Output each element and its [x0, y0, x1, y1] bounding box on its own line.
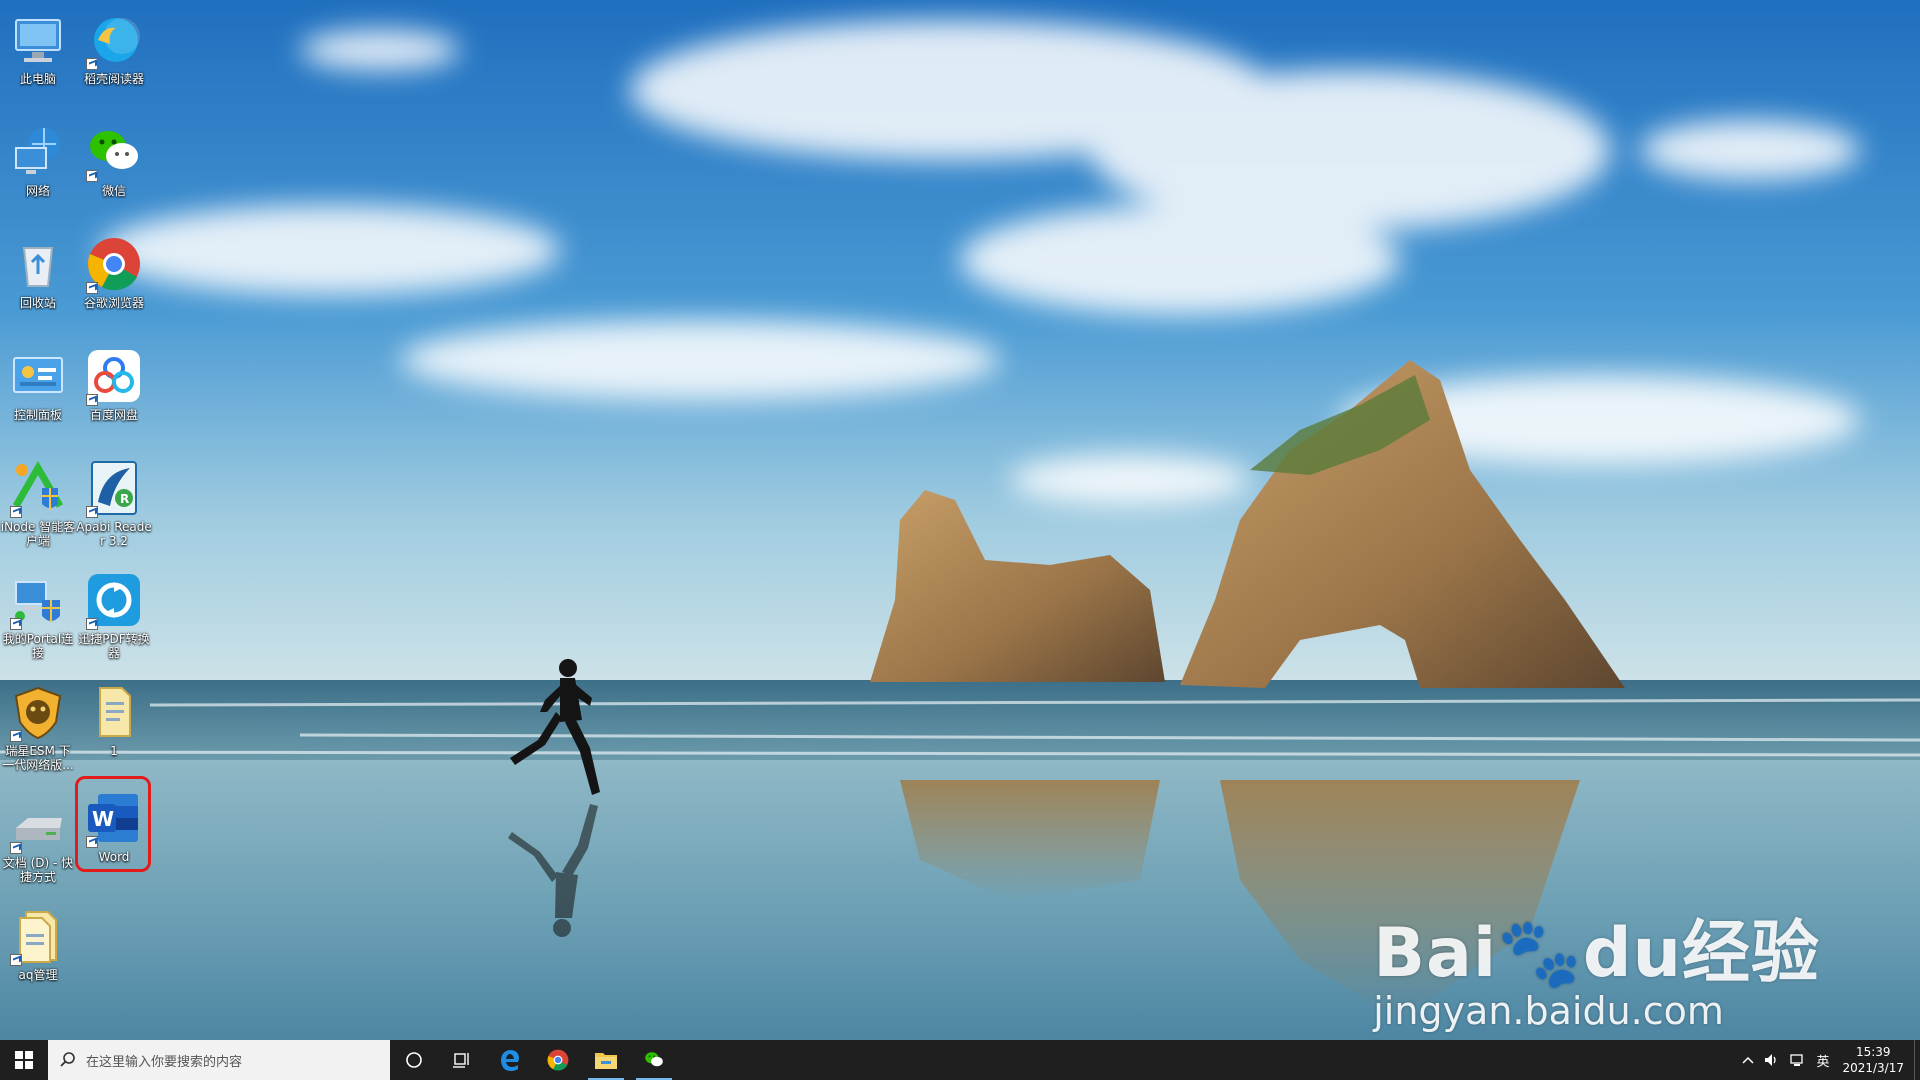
desktop-icon-label: 1: [110, 744, 118, 758]
folder-doc-icon: [8, 906, 68, 966]
desktop-icon-rising-esm[interactable]: 瑞星ESM 下一代网络版...: [0, 676, 76, 772]
shortcut-arrow-icon: [86, 618, 98, 630]
wechat-icon: [645, 1052, 663, 1067]
task-view-button[interactable]: [438, 1040, 486, 1080]
desktop-icon-label: aq管理: [18, 968, 58, 982]
search-placeholder: 在这里输入你要搜索的内容: [86, 1054, 243, 1070]
desktop-icon-document-1[interactable]: 1: [76, 676, 152, 758]
computer-icon: [8, 10, 68, 70]
shortcut-arrow-icon: [10, 842, 22, 854]
recycle-bin-icon: [8, 234, 68, 294]
desktop-icon-pdf-converter[interactable]: 迅捷PDF转换器: [76, 564, 152, 660]
desktop-icon-label: 稻壳阅读器: [83, 72, 144, 86]
desktop-icon-apabi-reader[interactable]: R Apabi Reader 3.2: [76, 452, 152, 548]
desktop-icon-label: 迅捷PDF转换器: [78, 632, 150, 660]
desktop-icon-portal[interactable]: 我的Portal连接: [0, 564, 76, 660]
task-view-icon: [453, 1053, 469, 1068]
desktop-icon-inode[interactable]: iNode 智能客户端: [0, 452, 76, 548]
desktop-icon-label: iNode 智能客户端: [0, 520, 76, 548]
shortcut-arrow-icon: [10, 618, 22, 630]
desktop-icon-label: 微信: [101, 184, 126, 198]
rising-esm-icon: [8, 682, 68, 742]
taskbar-app-wechat[interactable]: [630, 1040, 678, 1080]
search-icon: [60, 1052, 75, 1067]
word-icon-highlight-box: [75, 776, 151, 872]
desktop-icon-label: 百度网盘: [89, 408, 138, 422]
tray-network[interactable]: [1785, 1040, 1811, 1080]
shortcut-arrow-icon: [86, 394, 98, 406]
show-desktop-button[interactable]: [1914, 1040, 1920, 1080]
system-tray: 英 15:39 2021/3/17: [1737, 1040, 1920, 1080]
shortcut-arrow-icon: [86, 170, 98, 182]
svg-text:R: R: [120, 492, 129, 506]
desktop-icon-recycle-bin[interactable]: 回收站: [0, 228, 76, 310]
chrome-icon: [84, 234, 144, 294]
desktop-icon-drive-shortcut[interactable]: 文档 (D) - 快捷方式: [0, 788, 76, 884]
pdf-converter-icon: [84, 570, 144, 630]
taskbar-app-edge[interactable]: [486, 1040, 534, 1080]
control-panel-icon: [8, 346, 68, 406]
desktop-icon-wechat[interactable]: 微信: [76, 116, 152, 198]
desktop-icon-label: 回收站: [19, 296, 56, 310]
wechat-icon: [84, 122, 144, 182]
shortcut-arrow-icon: [86, 506, 98, 518]
desktop-icon-chrome[interactable]: 谷歌浏览器: [76, 228, 152, 310]
taskbar-app-file-explorer[interactable]: [582, 1040, 630, 1080]
watermark-brand: Bai🐾du经验: [1373, 914, 1820, 993]
clock-date: 2021/3/17: [1842, 1061, 1904, 1075]
speaker-icon: [1765, 1054, 1777, 1066]
shortcut-arrow-icon: [10, 506, 22, 518]
chevron-up-icon: [1742, 1056, 1754, 1064]
start-button[interactable]: [0, 1040, 48, 1080]
desktop-icon-label: 此电脑: [19, 72, 56, 86]
baidu-jingyan-watermark: Bai🐾du经验 jingyan.baidu.com: [1373, 914, 1820, 1033]
cortana-button[interactable]: [390, 1040, 438, 1080]
taskbar-clock[interactable]: 15:39 2021/3/17: [1834, 1044, 1914, 1076]
clock-time: 15:39: [1855, 1045, 1891, 1059]
reader-icon: [84, 10, 144, 70]
desktop-icon-network[interactable]: 网络: [0, 116, 76, 198]
desktop-icon-label: Apabi Reader 3.2: [76, 520, 152, 548]
folder-icon: [595, 1053, 617, 1069]
cortana-circle-icon: [406, 1052, 422, 1068]
tray-overflow-chevron[interactable]: [1737, 1040, 1759, 1080]
document-icon: [84, 682, 144, 742]
windows-logo-icon: [15, 1051, 33, 1069]
desktop-icon-label: 文档 (D) - 快捷方式: [2, 856, 74, 884]
edge-icon: [501, 1050, 519, 1071]
chrome-icon: [547, 1049, 569, 1071]
shortcut-arrow-icon: [10, 954, 22, 966]
desktop-icon-label: 控制面板: [13, 408, 62, 422]
taskbar-app-chrome[interactable]: [534, 1040, 582, 1080]
tray-volume[interactable]: [1759, 1040, 1785, 1080]
network-icon: [8, 122, 68, 182]
baidu-netdisk-icon: [84, 346, 144, 406]
desktop-icon-label: 瑞星ESM 下一代网络版...: [2, 744, 74, 772]
apabi-reader-icon: R: [84, 458, 144, 518]
tray-input-language[interactable]: 英: [1811, 1040, 1834, 1080]
inode-icon: [8, 458, 68, 518]
network-tray-icon: [1790, 1054, 1804, 1066]
desktop-icon-label: 网络: [25, 184, 50, 198]
taskbar-search-box[interactable]: 在这里输入你要搜索的内容: [48, 1040, 390, 1080]
watermark-url: jingyan.baidu.com: [1373, 989, 1724, 1033]
desktop-area: 此电脑 稻壳阅读器 网络 微信 回收站 谷歌浏览器 控制面板 百度网盘 iNod…: [0, 0, 1920, 1040]
desktop-icon-reader[interactable]: 稻壳阅读器: [76, 4, 152, 86]
shortcut-arrow-icon: [10, 730, 22, 742]
shortcut-arrow-icon: [86, 282, 98, 294]
shortcut-arrow-icon: [86, 58, 98, 70]
desktop-icon-aq-manage[interactable]: aq管理: [0, 900, 76, 982]
desktop-icon-control-panel[interactable]: 控制面板: [0, 340, 76, 422]
desktop-icon-baidu-netdisk[interactable]: 百度网盘: [76, 340, 152, 422]
desktop-icon-label: 我的Portal连接: [2, 632, 74, 660]
portal-icon: [8, 570, 68, 630]
desktop-icon-this-pc[interactable]: 此电脑: [0, 4, 76, 86]
taskbar: 在这里输入你要搜索的内容 英 15:39 2021/3/17: [0, 1040, 1920, 1080]
desktop-icon-label: 谷歌浏览器: [83, 296, 144, 310]
drive-icon: [8, 794, 68, 854]
